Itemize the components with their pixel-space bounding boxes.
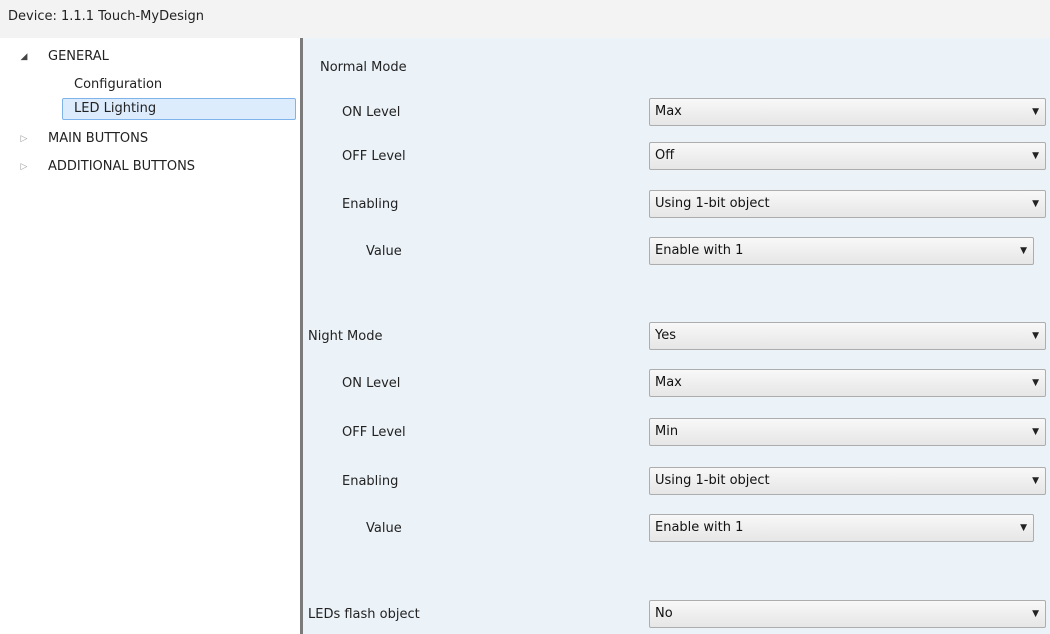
dropdown-value: Using 1-bit object	[655, 196, 770, 211]
tree-item-label: MAIN BUTTONS	[48, 131, 149, 146]
dropdown-value: Yes	[655, 328, 676, 343]
tree-item-label: LED Lighting	[74, 101, 157, 116]
dropdown-value: Enable with 1	[655, 520, 744, 535]
dropdown-value: Max	[655, 104, 682, 119]
normal-value-select[interactable]: Enable with 1 ▼	[649, 237, 1034, 265]
night-enabling-select[interactable]: Using 1-bit object ▼	[649, 467, 1046, 495]
night-off-level-label: OFF Level	[342, 425, 406, 440]
triangle-right-icon[interactable]: ▷	[18, 129, 30, 149]
leds-flash-object-label: LEDs flash object	[308, 607, 420, 622]
normal-off-level-select[interactable]: Off ▼	[649, 142, 1046, 170]
parameters-panel: Normal Mode ON Level Max ▼ OFF Level Off…	[303, 38, 1050, 634]
window-title: Device: 1.1.1 Touch-MyDesign	[0, 0, 1050, 38]
night-on-level-select[interactable]: Max ▼	[649, 369, 1046, 397]
tree-item-label: ADDITIONAL BUTTONS	[48, 159, 196, 174]
chevron-down-icon: ▼	[1032, 427, 1039, 437]
normal-enabling-select[interactable]: Using 1-bit object ▼	[649, 190, 1046, 218]
chevron-down-icon: ▼	[1032, 378, 1039, 388]
chevron-down-icon: ▼	[1032, 151, 1039, 161]
night-mode-label: Night Mode	[308, 329, 383, 344]
normal-off-level-label: OFF Level	[342, 149, 406, 164]
dropdown-value: Using 1-bit object	[655, 473, 770, 488]
dropdown-value: No	[655, 606, 673, 621]
tree-item-main-buttons[interactable]: ▷ MAIN BUTTONS	[21, 129, 149, 151]
night-mode-select[interactable]: Yes ▼	[649, 322, 1046, 350]
triangle-right-icon[interactable]: ▷	[18, 157, 30, 177]
chevron-down-icon: ▼	[1032, 199, 1039, 209]
chevron-down-icon: ▼	[1032, 107, 1039, 117]
triangle-down-icon[interactable]: ◢	[18, 47, 30, 67]
normal-value-label: Value	[366, 244, 402, 259]
dropdown-value: Min	[655, 424, 679, 439]
normal-on-level-select[interactable]: Max ▼	[649, 98, 1046, 126]
tree-item-label: Configuration	[74, 77, 163, 92]
night-value-label: Value	[366, 521, 402, 536]
night-on-level-label: ON Level	[342, 376, 401, 391]
parameter-tree: ◢ GENERAL Configuration LED Lighting ▷ M…	[0, 38, 300, 634]
tree-item-configuration[interactable]: Configuration	[74, 75, 162, 97]
dropdown-value: Max	[655, 375, 682, 390]
dropdown-value: Enable with 1	[655, 243, 744, 258]
leds-flash-object-select[interactable]: No ▼	[649, 600, 1046, 628]
tree-item-general[interactable]: ◢ GENERAL	[21, 47, 109, 69]
normal-enabling-label: Enabling	[342, 197, 399, 212]
normal-mode-heading: Normal Mode	[320, 60, 407, 75]
tree-item-led-lighting[interactable]: LED Lighting	[62, 98, 296, 120]
dropdown-value: Off	[655, 148, 675, 163]
chevron-down-icon: ▼	[1032, 476, 1039, 486]
chevron-down-icon: ▼	[1032, 331, 1039, 341]
chevron-down-icon: ▼	[1020, 523, 1027, 533]
chevron-down-icon: ▼	[1032, 609, 1039, 619]
chevron-down-icon: ▼	[1020, 246, 1027, 256]
night-value-select[interactable]: Enable with 1 ▼	[649, 514, 1034, 542]
night-enabling-label: Enabling	[342, 474, 399, 489]
night-off-level-select[interactable]: Min ▼	[649, 418, 1046, 446]
tree-item-label: GENERAL	[48, 49, 109, 64]
tree-item-additional-buttons[interactable]: ▷ ADDITIONAL BUTTONS	[21, 157, 196, 179]
normal-on-level-label: ON Level	[342, 105, 401, 120]
